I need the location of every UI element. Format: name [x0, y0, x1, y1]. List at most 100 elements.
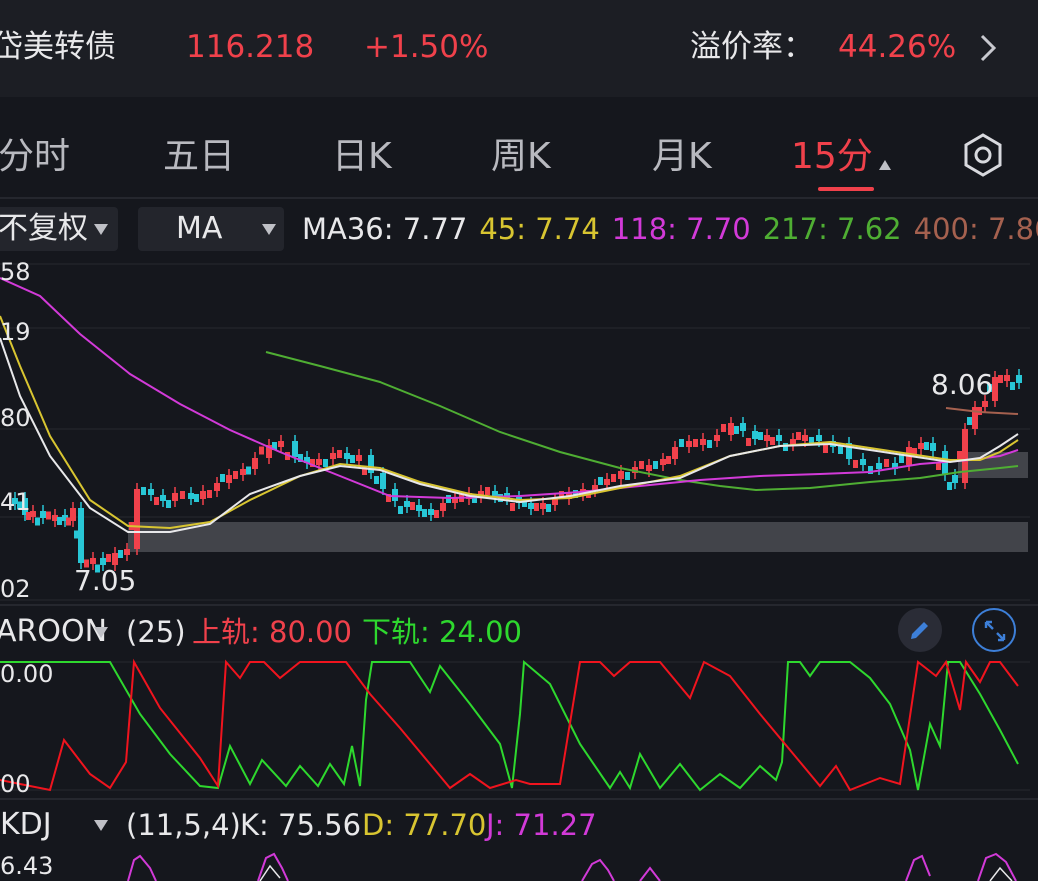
- candle-body: [770, 437, 775, 445]
- candle-body: [194, 494, 199, 502]
- candle-body: [796, 432, 801, 440]
- candle-body: [134, 489, 140, 549]
- tab-weekly-k[interactable]: 周K: [491, 133, 551, 181]
- aroon-indicator-dropdown[interactable]: AROON: [0, 610, 118, 654]
- main-indicator-dropdown[interactable]: MA: [138, 207, 284, 251]
- candle-body: [434, 510, 439, 518]
- caret-up-icon: [878, 160, 891, 170]
- candle-body: [292, 441, 298, 457]
- kdj-j-value: J: 71.27: [486, 808, 597, 842]
- candle-body: [1010, 382, 1015, 390]
- candle-body: [672, 447, 678, 459]
- kdj-d-value: D: 77.70: [362, 808, 487, 842]
- price-change-percent: +1.50%: [364, 29, 489, 65]
- candlestick-chart[interactable]: [0, 256, 1038, 604]
- kdj-k-value: K: 75.56: [240, 808, 362, 842]
- candle-body: [660, 459, 666, 465]
- expand-arrows-icon: [984, 620, 1006, 642]
- chevron-right-icon[interactable]: [976, 30, 1000, 66]
- kdj-chart[interactable]: [0, 848, 1038, 881]
- candle-body: [356, 455, 362, 461]
- candle-body: [316, 459, 322, 465]
- candle-body: [802, 435, 808, 441]
- candle-body: [141, 487, 146, 495]
- ma-legend-item: 400: 7.86: [913, 212, 1038, 246]
- candle-body: [416, 505, 422, 511]
- ma-legend-item: 45: 7.74: [479, 212, 600, 246]
- aroon-axis-label: 0.00: [0, 660, 54, 688]
- candle-body: [220, 474, 225, 482]
- candle-body: [57, 517, 62, 525]
- dropdown-arrow-icon: [94, 820, 108, 831]
- expand-chart-button[interactable]: [972, 608, 1016, 652]
- candle-body: [540, 503, 546, 509]
- candle-body: [106, 554, 111, 562]
- ma-legend-item: 118: 7.70: [611, 212, 751, 246]
- candle-body: [693, 439, 698, 447]
- candle-body: [172, 493, 178, 501]
- candle-body: [918, 443, 924, 449]
- candle-body: [982, 401, 988, 407]
- candle-body: [180, 491, 185, 499]
- active-tab-indicator: [818, 187, 874, 191]
- aroon-chart[interactable]: [0, 654, 1038, 798]
- candle-body: [646, 465, 652, 471]
- candle-body: [207, 490, 212, 498]
- support-band: [128, 522, 1028, 552]
- candle-body: [714, 435, 720, 441]
- adjust-type-label: 不复权: [0, 211, 88, 246]
- high-price-marker: 8.06: [931, 368, 994, 401]
- candle-body: [233, 471, 238, 479]
- candle-body: [962, 429, 968, 483]
- candle-body: [686, 441, 692, 447]
- candle-body: [947, 482, 952, 490]
- ma-legend-item: 217: 7.62: [762, 212, 902, 246]
- candle-body: [118, 550, 123, 558]
- candle-body: [853, 460, 858, 468]
- tab-daily-k[interactable]: 日K: [332, 133, 392, 181]
- candle-body: [598, 477, 603, 485]
- dropdown-arrow-icon: [94, 224, 108, 235]
- tab-intraday[interactable]: 分时: [0, 133, 70, 181]
- candle-body: [952, 475, 958, 483]
- price-axis-label: 80: [0, 404, 31, 432]
- candle-body: [721, 424, 726, 432]
- candle-body: [728, 423, 734, 435]
- candle-body: [428, 509, 434, 515]
- candle-body: [380, 473, 386, 489]
- candle-body: [618, 471, 624, 479]
- candle-body: [66, 517, 71, 526]
- candle-body: [823, 445, 828, 453]
- candle-body: [350, 455, 355, 463]
- candle-body: [398, 506, 403, 514]
- candle-body: [510, 503, 515, 511]
- divider: [0, 197, 1038, 199]
- kdj-indicator-dropdown[interactable]: KDJ: [0, 803, 118, 847]
- edit-indicator-button[interactable]: [898, 608, 942, 652]
- candle-body: [838, 446, 843, 454]
- candle-body: [323, 459, 328, 467]
- settings-hexagon-icon[interactable]: [960, 132, 1006, 178]
- candle-body: [816, 435, 822, 441]
- candle-body: [653, 461, 658, 469]
- candle-body: [860, 459, 866, 465]
- candle-body: [967, 417, 972, 425]
- aroon-param: (25): [126, 615, 186, 649]
- candle-body: [200, 491, 206, 499]
- candle-body: [404, 501, 410, 507]
- tab-15-min[interactable]: 15分: [791, 133, 891, 181]
- aroon-up-line: [0, 658, 1019, 792]
- tab-monthly-k[interactable]: 月K: [652, 133, 712, 181]
- premium-rate-value: 44.26%: [838, 29, 957, 65]
- candle-body: [252, 458, 258, 469]
- candle-body: [876, 463, 882, 469]
- candle-body: [546, 504, 551, 512]
- candle-body: [337, 450, 342, 458]
- candle-body: [666, 456, 671, 464]
- bond-name: 岱美转债: [0, 29, 116, 65]
- aroon-indicator-label: AROON: [0, 614, 108, 649]
- ma-legend-item: MA36: 7.77: [302, 212, 468, 246]
- adjust-type-dropdown[interactable]: 不复权: [0, 207, 118, 251]
- tab-five-day[interactable]: 五日: [163, 133, 235, 181]
- candle-body: [611, 474, 616, 482]
